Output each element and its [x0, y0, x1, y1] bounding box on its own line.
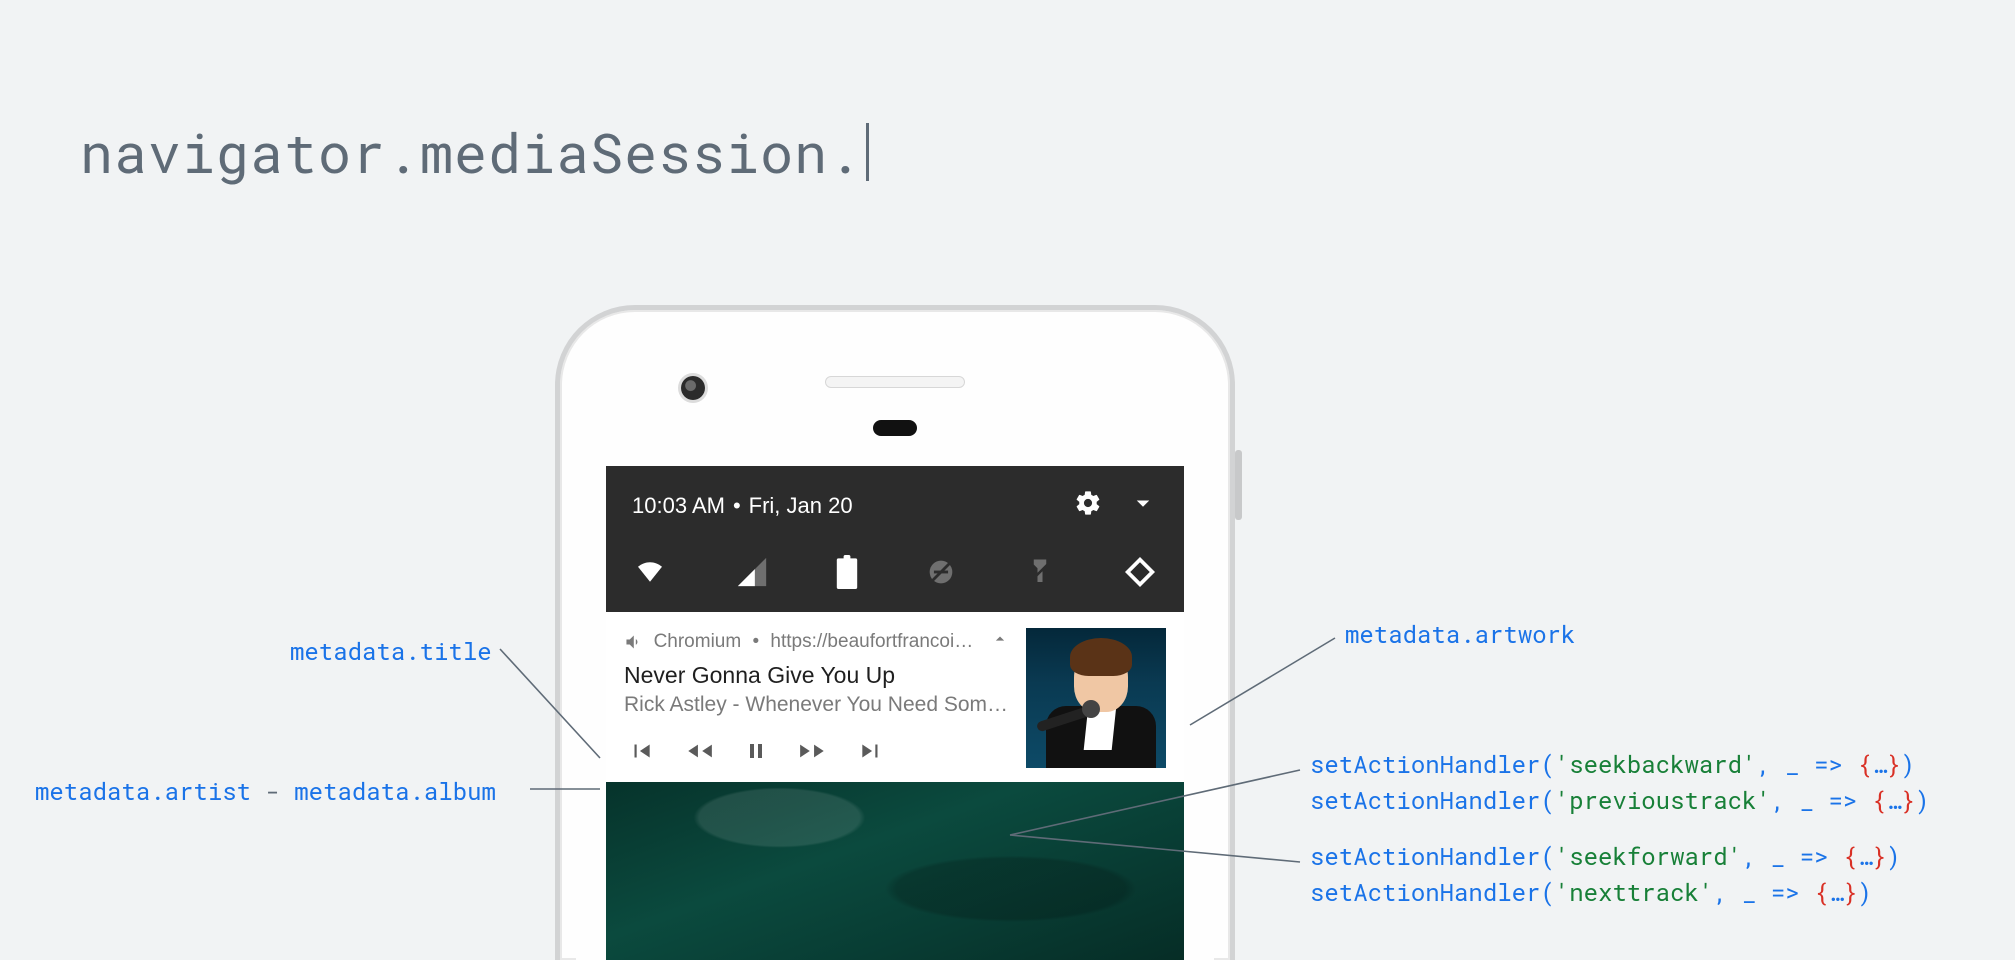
handlers-bottom: setActionHandler('seekforward', _ => {…}…: [1310, 840, 1901, 908]
label-dash: -: [265, 775, 294, 807]
auto-rotate-icon[interactable]: [1122, 554, 1158, 590]
collapse-chevron-icon[interactable]: [1128, 488, 1158, 524]
next-track-button[interactable]: [858, 738, 884, 767]
media-controls: [624, 721, 1010, 768]
cellular-icon[interactable]: [735, 555, 769, 589]
status-dot: •: [733, 493, 741, 519]
api-title-text: navigator.mediaSession.: [80, 115, 862, 188]
camera-icon: [681, 376, 705, 400]
phone-screen: 10:03 AM • Fri, Jan 20: [606, 466, 1184, 960]
phone-top-hardware: [576, 326, 1214, 446]
battery-icon[interactable]: [836, 555, 858, 589]
seek-backward-button[interactable]: [684, 738, 714, 767]
origin-dot: •: [752, 631, 759, 652]
media-artist: Rick Astley: [624, 693, 727, 716]
notification-collapse-icon[interactable]: [990, 629, 1010, 655]
notification-origin: Chromium • https://beaufortfrancois.gith…: [624, 628, 1010, 656]
cursor-icon: [866, 123, 869, 181]
quick-settings-row: [606, 538, 1184, 612]
handlers-top: setActionHandler('seekbackward', _ => {……: [1310, 748, 1929, 816]
media-subtitle: Rick Astley - Whenever You Need Somebo..: [624, 693, 1010, 719]
api-title: navigator.mediaSession.: [80, 115, 869, 188]
previous-track-button[interactable]: [628, 738, 654, 767]
media-notification: Chromium • https://beaufortfrancois.gith…: [606, 612, 1184, 782]
dnd-off-icon[interactable]: [924, 555, 958, 589]
handler-line: setActionHandler('previoustrack', _ => {…: [1310, 784, 1929, 816]
media-album: Whenever You Need Somebo..: [745, 693, 1010, 716]
speaker-icon: [825, 376, 965, 388]
seek-forward-button[interactable]: [798, 738, 828, 767]
volume-icon: [624, 631, 644, 653]
flashlight-off-icon[interactable]: [1025, 555, 1055, 589]
notification-shade-header: 10:03 AM • Fri, Jan 20: [606, 466, 1184, 538]
settings-gear-icon[interactable]: [1074, 489, 1102, 523]
label-metadata-artwork: metadata.artwork: [1345, 618, 1575, 650]
status-time: 10:03 AM: [632, 493, 725, 519]
phone-frame: 10:03 AM • Fri, Jan 20: [555, 305, 1235, 960]
pause-button[interactable]: [744, 738, 768, 767]
label-metadata-title: metadata.title: [290, 635, 492, 667]
phone-inner: 10:03 AM • Fri, Jan 20: [576, 326, 1214, 960]
wallpaper: [606, 782, 1184, 960]
notification-url: https://beaufortfrancois.githu..: [770, 631, 980, 652]
wifi-icon[interactable]: [632, 554, 668, 590]
handler-line: setActionHandler('nexttrack', _ => {…}): [1310, 876, 1901, 908]
handler-line: setActionHandler('seekbackward', _ => {……: [1310, 748, 1929, 780]
handler-line: setActionHandler('seekforward', _ => {…}…: [1310, 840, 1901, 872]
media-sep: -: [727, 693, 746, 716]
label-artist-album: metadata.artist - metadata.album: [35, 775, 496, 807]
notification-app: Chromium: [654, 631, 742, 652]
status-date: Fri, Jan 20: [749, 493, 853, 519]
label-metadata-artist: metadata.artist: [35, 775, 251, 807]
label-metadata-album: metadata.album: [294, 775, 496, 807]
sensor-icon: [873, 420, 917, 436]
media-title: Never Gonna Give You Up: [624, 658, 1010, 691]
media-artwork: [1026, 628, 1166, 768]
